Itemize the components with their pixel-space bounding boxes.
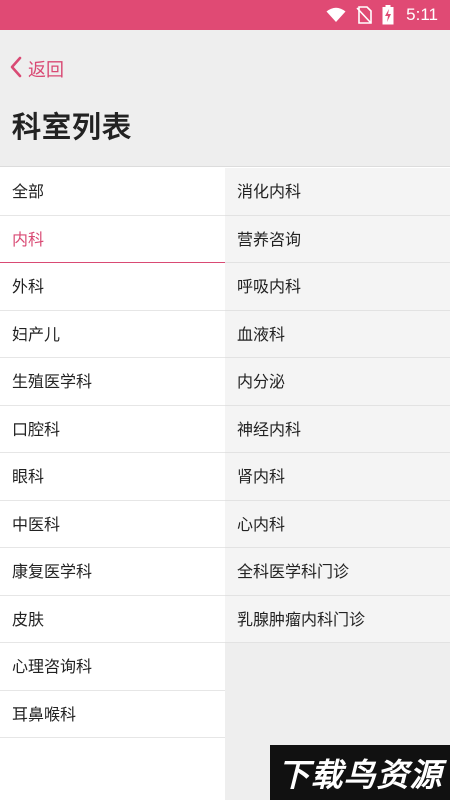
chevron-left-icon [10,56,22,82]
department-item[interactable]: 神经内科 [225,405,450,453]
status-time: 5:11 [406,5,438,24]
category-item-surgery[interactable]: 外科 [0,263,225,311]
category-item-internal-medicine[interactable]: 内科 [0,216,225,263]
category-item-tcm[interactable]: 中医科 [0,501,225,548]
department-item[interactable]: 呼吸内科 [225,263,450,311]
category-item-obstetrics-pediatrics[interactable]: 妇产儿 [0,311,225,358]
category-item-all[interactable]: 全部 [0,168,225,216]
category-item-ophthalmology[interactable]: 眼科 [0,453,225,501]
watermark-logo: 下载鸟资源 [270,745,450,800]
department-item[interactable]: 营养咨询 [225,215,450,263]
category-item-stomatology[interactable]: 口腔科 [0,406,225,453]
department-item[interactable]: 肾内科 [225,453,450,501]
back-button[interactable]: 返回 [10,56,64,82]
category-list: 全部 内科 外科 妇产儿 生殖医学科 口腔科 眼科 中医科 康复医学科 皮肤 心… [0,168,225,800]
category-item-dermatology[interactable]: 皮肤 [0,596,225,643]
category-item-reproductive-medicine[interactable]: 生殖医学科 [0,358,225,406]
department-item[interactable]: 内分泌 [225,358,450,406]
department-list: 消化内科 营养咨询 呼吸内科 血液科 内分泌 神经内科 肾内科 心内科 全科医学… [225,168,450,800]
watermark-text: 下载鸟资源 [277,755,443,794]
category-item-ent[interactable]: 耳鼻喉科 [0,691,225,738]
back-label: 返回 [28,60,64,81]
category-item-rehabilitation[interactable]: 康复医学科 [0,548,225,596]
header: 返回 科室列表 [0,30,450,167]
department-item[interactable]: 乳腺肿瘤内科门诊 [225,595,450,643]
department-item[interactable]: 血液科 [225,310,450,358]
no-sim-icon [356,6,372,24]
department-item[interactable]: 全科医学科门诊 [225,548,450,596]
battery-charging-icon [382,5,394,25]
department-item[interactable]: 心内科 [225,500,450,548]
status-bar: 5:11 [0,0,450,30]
category-item-psychology[interactable]: 心理咨询科 [0,643,225,691]
department-item[interactable]: 消化内科 [225,168,450,216]
wifi-icon [326,7,346,23]
page-title: 科室列表 [12,110,133,144]
